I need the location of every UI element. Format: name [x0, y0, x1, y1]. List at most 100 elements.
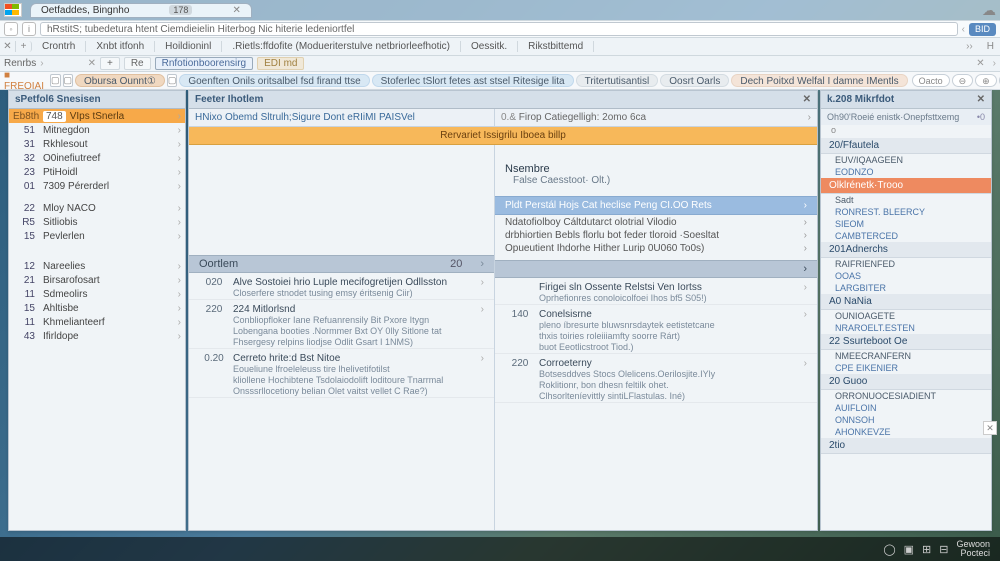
chip-5[interactable]: Dech Poitxd Welfal I damne IMentls — [731, 74, 907, 87]
detail-item[interactable]: Opueutient Ihdorhe Hither Lurip 0U060 To… — [495, 241, 817, 254]
filter-r3[interactable]: ⊕ — [975, 74, 997, 87]
browser-tab[interactable]: Oetfaddes, Bingnho 178 ✕ — [30, 3, 252, 18]
left-row[interactable]: R5Sitliobis› — [9, 215, 185, 229]
left-row[interactable]: 31Rkhlesout› — [9, 137, 185, 151]
left-row[interactable]: 15Pevlerlen› — [9, 229, 185, 243]
filter-lead[interactable]: ■ FREOIAI — [4, 70, 44, 92]
tray-icon-0[interactable]: ◯ — [883, 543, 895, 556]
tab-5[interactable]: Rikstbittemd — [518, 41, 594, 52]
tab-0[interactable]: Crontrh — [32, 41, 86, 52]
right-sub-ref[interactable]: •0 — [977, 112, 985, 122]
group-item[interactable]: CAMBTERCED — [821, 230, 991, 242]
left-row[interactable]: 12Nareelies› — [9, 259, 185, 273]
left-row[interactable]: Eb8th748VIps tSnerla› — [9, 109, 185, 123]
left-row[interactable]: 51Mitnegdon› — [9, 123, 185, 137]
mid-sub-right: Firop Catiegelligh: 2omo 6ca — [519, 112, 646, 123]
left-row[interactable]: 15Ahltisbe› — [9, 301, 185, 315]
tab-4[interactable]: Oessitk. — [461, 41, 518, 52]
group-item[interactable]: NMEECRANFERN — [821, 350, 991, 362]
left-row[interactable]: 43Ifirldope› — [9, 329, 185, 343]
windows-logo[interactable] — [4, 3, 22, 17]
filter-r2[interactable]: ⊖ — [952, 74, 974, 87]
group-item[interactable]: RONREST. BLEERCY — [821, 206, 991, 218]
list-item[interactable]: 020Alve Sostoiei hrio Luple mecifogretij… — [189, 273, 494, 300]
detail-item[interactable]: Ndatofiolboy Cáltdutarct olotrial Vilodi… — [495, 215, 817, 228]
group-item[interactable]: Sadt — [821, 194, 991, 206]
tab-add-button[interactable]: + — [16, 41, 32, 52]
filter-sq1[interactable]: ▢ — [50, 74, 61, 87]
chip-4[interactable]: Oosrt Oarls — [660, 74, 729, 87]
chip-1[interactable]: Goenften Onils oritsalbel fsd firand tts… — [179, 74, 369, 87]
group-header[interactable]: 20/Ffautela — [821, 138, 991, 154]
tab-2[interactable]: Hoildioninl — [155, 41, 222, 52]
tab-close-icon[interactable]: ✕ — [232, 5, 240, 16]
chip-3[interactable]: Tritertutisantisl — [576, 74, 659, 87]
detail-item[interactable]: drbhiortien Bebls florlu bot feder tloro… — [495, 228, 817, 241]
group-item[interactable]: AUIFLOIN — [821, 402, 991, 414]
tray-icon-2[interactable]: ⊞ — [922, 543, 931, 556]
group-header[interactable]: A0 NaNia — [821, 294, 991, 310]
group-header[interactable]: 2tio — [821, 438, 991, 454]
s2-edit[interactable]: EDI md — [257, 57, 304, 70]
s2-add[interactable]: + — [100, 57, 120, 70]
filter-r1[interactable]: Oacto — [912, 74, 950, 87]
group-item[interactable]: RAIFRIENFED — [821, 258, 991, 270]
s2-prefix[interactable]: Re — [124, 57, 151, 70]
group-item[interactable]: EUV/IQAAGEEN — [821, 154, 991, 166]
s2-right-close[interactable]: ✕ — [976, 58, 984, 69]
group-item[interactable]: OUNIOAGETE — [821, 310, 991, 322]
group-header[interactable]: Olklrénetk·Trooo — [821, 178, 991, 194]
tab-close-button[interactable]: ✕ — [0, 41, 16, 52]
filter-sq2[interactable]: ▢ — [63, 74, 74, 87]
right-float-close[interactable]: ✕ — [983, 421, 997, 435]
tray-icon-1[interactable]: ▣ — [904, 543, 914, 556]
s2-right-caret[interactable]: › — [993, 58, 996, 69]
left-row[interactable]: 017309 Pérerderl› — [9, 179, 185, 193]
left-row[interactable]: 32O0inefiutreef› — [9, 151, 185, 165]
nav-prev-icon[interactable]: ‹ — [962, 24, 965, 35]
mid-close-icon[interactable]: ✕ — [803, 94, 811, 105]
group-header[interactable]: 201Adnerchs — [821, 242, 991, 258]
right-panel-close-icon[interactable]: ✕ — [977, 94, 985, 105]
group-item[interactable]: NRAROELT.ESTEN — [821, 322, 991, 334]
list-item[interactable]: 220CorroeternyBotsesddves Stocs Olelicen… — [495, 354, 817, 403]
tray-icon-3[interactable]: ⊟ — [939, 543, 948, 556]
clock[interactable]: GewoonPocteci — [956, 540, 990, 558]
tab-3[interactable]: .Rietls:ffdofite (Modueriterstulve netbr… — [222, 41, 461, 52]
chip-0[interactable]: Obursa Ounnt① — [75, 74, 165, 87]
cloud-icon[interactable]: ☁ — [982, 2, 996, 19]
group-item[interactable]: LARGBITER — [821, 282, 991, 294]
tab-h[interactable]: H — [981, 41, 1000, 52]
s2-mid[interactable]: Rnfotionboorensirg — [155, 57, 254, 70]
address-input[interactable]: hRstitS; tubedetura htent Ciemdieielin H… — [40, 22, 958, 36]
group-item[interactable]: ONNSOH — [821, 414, 991, 426]
nav-back-button[interactable]: ◦ — [4, 22, 18, 36]
list-item[interactable]: 0.20Cerreto hrite:d Bst NitoeEoueliune l… — [189, 349, 494, 398]
list-item[interactable]: Firigei sln Ossente Relstsi Ven IortssOp… — [495, 278, 817, 305]
group-header[interactable]: 20 Guoo — [821, 374, 991, 390]
group-item[interactable]: SIEOM — [821, 218, 991, 230]
group-item[interactable]: OOAS — [821, 270, 991, 282]
list-item[interactable]: 220224 MitlorlsndConbliopfloker Iane Ref… — [189, 300, 494, 349]
group-item[interactable]: ORRONUOCESIADIENT — [821, 390, 991, 402]
tab-1[interactable]: Xnbt itfonh — [86, 41, 155, 52]
list-item[interactable]: 140Conelsisrnepleno íbresurte bluwsnrsda… — [495, 305, 817, 354]
left-row[interactable]: 21Birsarofosart› — [9, 273, 185, 287]
tab-overflow-icon[interactable]: ›› — [958, 41, 981, 52]
filter-sq3[interactable]: ▢ — [167, 74, 178, 87]
right-selected-row[interactable]: Pldt Perstál Hojs Cat heclise Peng CI.OO… — [495, 196, 817, 215]
left-row[interactable]: 23PtiHoidl› — [9, 165, 185, 179]
mid-sub-chev[interactable]: › — [808, 112, 811, 123]
group-header[interactable]: 22 Ssurteboot Oe — [821, 334, 991, 350]
sect-chev-r[interactable]: › — [803, 263, 807, 275]
left-row[interactable]: 11Sdmeolirs› — [9, 287, 185, 301]
sect-chev[interactable]: › — [480, 258, 484, 270]
group-item[interactable]: EODNZO — [821, 166, 991, 178]
left-row[interactable]: 11Khmelianteerf› — [9, 315, 185, 329]
left-row[interactable]: 22Mloy NACO› — [9, 201, 185, 215]
s2-close[interactable]: ✕ — [88, 58, 96, 69]
chip-2[interactable]: Stoferlec tSlort fetes ast stsel Ritesig… — [372, 74, 574, 87]
group-item[interactable]: CPE EIKENIER — [821, 362, 991, 374]
group-item[interactable]: AHONKEVZE — [821, 426, 991, 438]
go-button[interactable]: BID — [969, 23, 996, 36]
